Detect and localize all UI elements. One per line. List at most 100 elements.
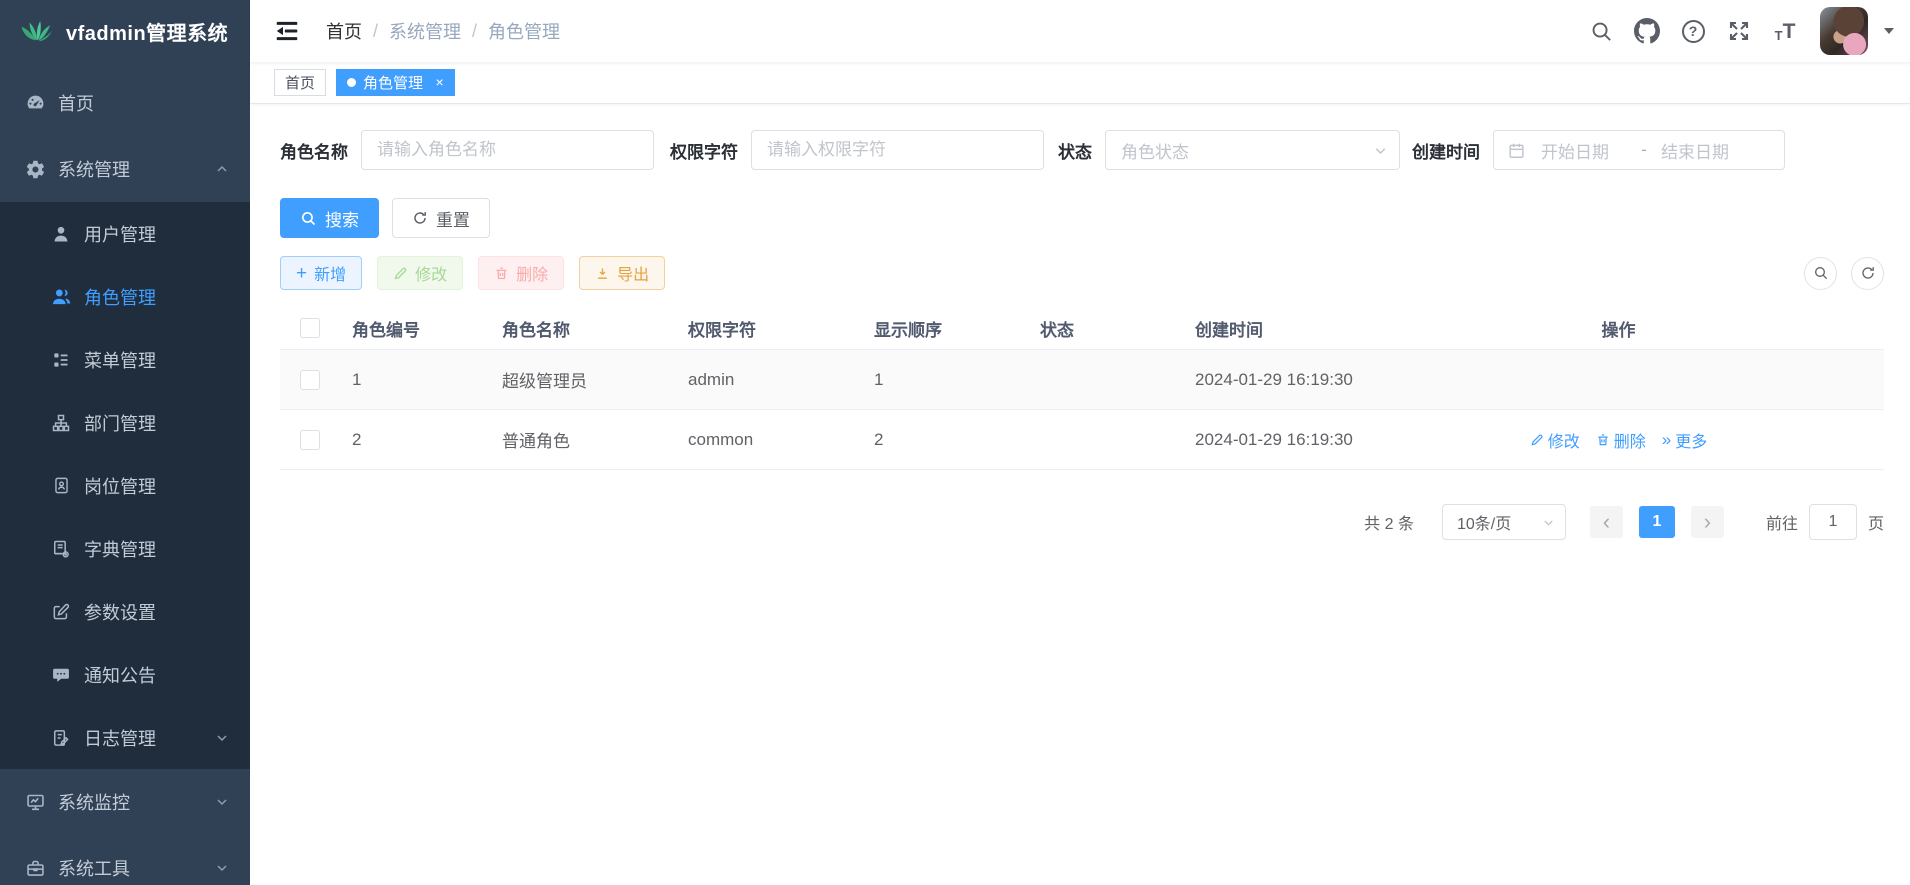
add-button[interactable]: + 新增 <box>280 256 362 290</box>
page-unit-label: 页 <box>1868 510 1884 534</box>
sidebar-item-monitor[interactable]: 系统监控 <box>0 769 250 835</box>
create-time-label: 创建时间 <box>1412 138 1480 163</box>
chevron-down-icon <box>214 794 230 810</box>
tag-close-icon[interactable]: × <box>431 74 448 91</box>
search-actions: 搜索 重置 <box>280 198 1884 238</box>
question-mark: ? <box>1689 23 1698 39</box>
cell-role-name: 超级管理员 <box>490 367 676 392</box>
tag-home[interactable]: 首页 <box>274 69 326 96</box>
log-icon <box>50 727 72 749</box>
end-date-placeholder: 结束日期 <box>1661 138 1747 163</box>
sidebar-item-menus[interactable]: 菜单管理 <box>0 328 250 391</box>
sidebar-item-label: 角色管理 <box>84 284 156 310</box>
sidebar-item-label: 日志管理 <box>84 725 156 751</box>
sidebar-item-logs[interactable]: 日志管理 <box>0 706 250 769</box>
refresh-table-icon-button[interactable] <box>1851 257 1884 290</box>
col-role-id: 角色编号 <box>340 316 490 341</box>
logo[interactable]: vfadmin管理系统 <box>0 0 250 62</box>
chevron-down-icon <box>1372 142 1389 159</box>
sidebar-item-dictionary[interactable]: 字典管理 <box>0 517 250 580</box>
goto-page-input[interactable] <box>1809 504 1857 540</box>
perm-key-label: 权限字符 <box>670 138 738 163</box>
sidebar-item-label: 系统管理 <box>58 156 130 182</box>
breadcrumb-system: 系统管理 <box>389 18 461 44</box>
dashboard-icon <box>24 92 46 114</box>
table-tools <box>1804 257 1884 290</box>
org-chart-icon <box>50 412 72 434</box>
announcement-icon <box>50 664 72 686</box>
role-name-input[interactable] <box>361 130 654 170</box>
date-range-picker[interactable]: 开始日期 - 结束日期 <box>1493 130 1785 170</box>
sidebar-item-roles[interactable]: 角色管理 <box>0 265 250 328</box>
sidebar-item-home[interactable]: 首页 <box>0 70 250 136</box>
sidebar-item-posts[interactable]: 岗位管理 <box>0 454 250 517</box>
navbar: 首页 / 系统管理 / 角色管理 ? <box>250 0 1910 62</box>
github-icon[interactable] <box>1628 10 1666 52</box>
sidebar-item-departments[interactable]: 部门管理 <box>0 391 250 454</box>
search-button[interactable]: 搜索 <box>280 198 379 238</box>
cell-perm-key: admin <box>676 370 862 390</box>
next-page-button[interactable]: › <box>1691 506 1724 538</box>
prev-page-button[interactable]: ‹ <box>1590 506 1623 538</box>
select-all-checkbox[interactable] <box>300 318 320 338</box>
delete-button[interactable]: 删除 <box>478 256 564 290</box>
cell-actions: 修改 删除 » 更多 <box>1443 428 1884 452</box>
perm-key-input[interactable] <box>751 130 1044 170</box>
header-search-icon[interactable] <box>1582 10 1620 52</box>
chevron-down-icon <box>214 730 230 746</box>
sidebar-item-tools[interactable]: 系统工具 <box>0 835 250 885</box>
total-count: 共 2 条 <box>1364 510 1414 534</box>
sidebar-item-notices[interactable]: 通知公告 <box>0 643 250 706</box>
tag-roles[interactable]: 角色管理 × <box>336 69 455 96</box>
table-toolbar: + 新增 修改 删除 <box>280 256 1884 290</box>
chevron-down-icon <box>214 860 230 876</box>
sidebar-item-label: 系统工具 <box>58 855 130 881</box>
edit-button[interactable]: 修改 <box>377 256 463 290</box>
active-dot <box>347 78 356 87</box>
col-status: 状态 <box>1028 316 1183 341</box>
fullscreen-icon[interactable] <box>1720 10 1758 52</box>
sidebar-menu: 首页 系统管理 <box>0 62 250 885</box>
sidebar-collapse-icon[interactable] <box>274 17 302 45</box>
sidebar-item-system[interactable]: 系统管理 <box>0 136 250 202</box>
table-row: 1 超级管理员 admin 1 2024-01-29 16:19:30 <box>280 350 1884 410</box>
row-checkbox[interactable] <box>300 370 320 390</box>
row-checkbox[interactable] <box>300 430 320 450</box>
breadcrumb-home[interactable]: 首页 <box>326 18 362 44</box>
edit-pen-icon <box>393 266 408 281</box>
status-select[interactable]: 角色状态 <box>1105 130 1400 170</box>
sidebar-item-label: 字典管理 <box>84 536 156 562</box>
trash-icon <box>1596 433 1610 447</box>
role-users-icon <box>50 286 72 308</box>
page-size-select[interactable]: 10条/页 <box>1442 504 1566 540</box>
caret-down-icon[interactable] <box>1884 28 1894 34</box>
help-icon[interactable]: ? <box>1674 10 1712 52</box>
calendar-icon <box>1507 141 1526 160</box>
leaf-logo-icon <box>20 19 54 43</box>
sidebar-item-parameters[interactable]: 参数设置 <box>0 580 250 643</box>
export-button[interactable]: 导出 <box>579 256 665 290</box>
cell-sort: 1 <box>862 370 1028 390</box>
sidebar-item-label: 岗位管理 <box>84 473 156 499</box>
cell-perm-key: common <box>676 430 862 450</box>
show-search-icon-button[interactable] <box>1804 257 1837 290</box>
row-edit-link[interactable]: 修改 <box>1530 428 1580 452</box>
col-perm-key: 权限字符 <box>676 316 862 341</box>
avatar[interactable] <box>1820 7 1868 55</box>
pagination: 共 2 条 10条/页 ‹ 1 › 前往 页 <box>280 504 1884 540</box>
row-more-link[interactable]: » 更多 <box>1662 428 1707 452</box>
breadcrumb-separator: / <box>373 21 378 42</box>
start-date-placeholder: 开始日期 <box>1541 138 1627 163</box>
sidebar-item-label: 菜单管理 <box>84 347 156 373</box>
sidebar: vfadmin管理系统 首页 <box>0 0 250 885</box>
tags-bar: 首页 角色管理 × <box>250 62 1910 104</box>
font-size-icon[interactable]: TT <box>1766 10 1804 52</box>
gear-icon <box>24 158 46 180</box>
col-created: 创建时间 <box>1183 316 1443 341</box>
plus-icon: + <box>296 264 307 283</box>
sidebar-item-users[interactable]: 用户管理 <box>0 202 250 265</box>
reset-button[interactable]: 重置 <box>392 198 490 238</box>
page-number-1[interactable]: 1 <box>1639 506 1675 538</box>
app-title: vfadmin管理系统 <box>66 17 228 46</box>
row-delete-link[interactable]: 删除 <box>1596 428 1646 452</box>
